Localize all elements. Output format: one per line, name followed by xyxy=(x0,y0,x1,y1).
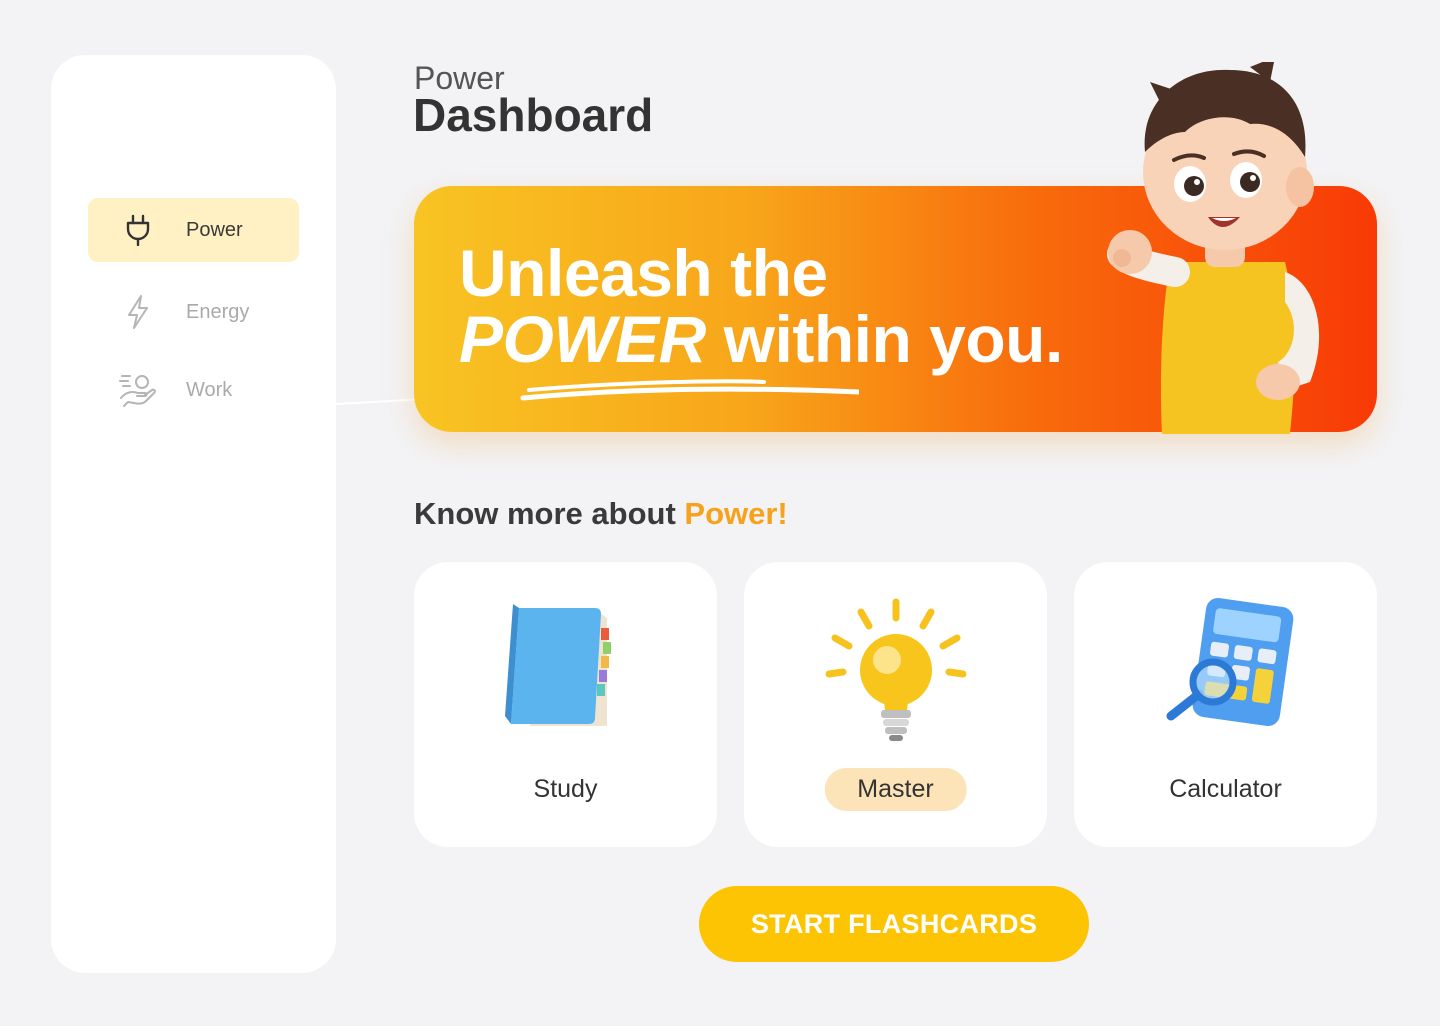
card-master[interactable]: Master xyxy=(744,562,1047,847)
card-label: Study xyxy=(533,775,598,803)
calculator-icon xyxy=(1166,598,1293,726)
card-study[interactable]: Study xyxy=(414,562,717,847)
banner-headline-line1: Unleash the xyxy=(459,236,828,310)
sidebar: Power Energy Work xyxy=(51,55,336,973)
card-calculator[interactable]: Calculator xyxy=(1074,562,1377,847)
sidebar-item-label: Work xyxy=(186,378,233,401)
section-title: Know more about Power! xyxy=(414,496,788,532)
sidebar-item-label: Power xyxy=(186,218,243,241)
lightbulb-icon xyxy=(825,598,966,741)
start-flashcards-button[interactable]: START FLASHCARDS xyxy=(699,886,1089,962)
sidebar-item-energy[interactable]: Energy xyxy=(88,280,299,344)
work-hand-icon xyxy=(118,372,158,408)
sidebar-item-label: Energy xyxy=(186,300,250,323)
brush-underline xyxy=(520,379,859,401)
card-label: Master xyxy=(824,768,967,811)
book-icon xyxy=(504,604,611,726)
section-title-prefix: Know more about xyxy=(414,496,685,531)
card-label: Calculator xyxy=(1169,775,1282,803)
page-title: Dashboard xyxy=(413,89,654,141)
banner-headline-line2: POWER within you. xyxy=(459,304,1063,374)
mascot-character-illustration xyxy=(1107,62,1320,434)
plug-icon xyxy=(118,212,158,248)
sidebar-item-work[interactable]: Work xyxy=(88,358,299,422)
sidebar-item-power[interactable]: Power xyxy=(88,198,299,262)
lightning-icon xyxy=(118,294,158,330)
banner-rest: within you. xyxy=(705,302,1064,376)
banner-emphasis: POWER xyxy=(459,302,706,376)
section-title-highlight: Power! xyxy=(684,496,788,531)
